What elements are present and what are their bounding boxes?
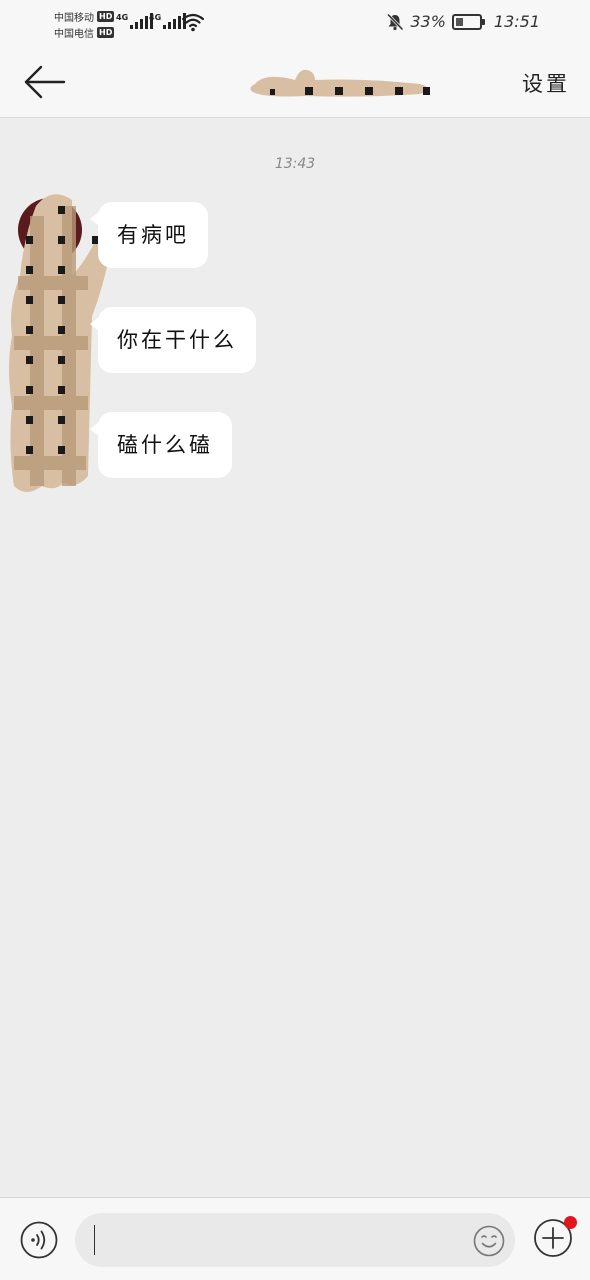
message-bubble[interactable]: 磕什么磕 bbox=[90, 412, 232, 478]
chat-header: 设置 bbox=[0, 46, 590, 118]
emoji-button[interactable] bbox=[473, 1225, 505, 1257]
message-bubble[interactable]: 有病吧 bbox=[90, 202, 208, 268]
clock-time: 13:51 bbox=[493, 12, 540, 31]
voice-button[interactable] bbox=[20, 1221, 58, 1259]
voice-icon bbox=[20, 1221, 58, 1259]
message-input[interactable] bbox=[75, 1213, 515, 1267]
battery-fill bbox=[455, 17, 464, 26]
carrier-row-2: 中国电信 HD bbox=[54, 24, 115, 40]
status-bar: 中国移动 HD 中国电信 HD 4G 4G 33% 13:51 bbox=[0, 0, 590, 46]
signal-group-1: 4G bbox=[116, 13, 154, 29]
network-type-2: 4G bbox=[149, 13, 162, 22]
hd-badge-2: HD bbox=[97, 26, 115, 38]
hd-badge-1: HD bbox=[97, 10, 115, 22]
message-bubble[interactable]: 你在干什么 bbox=[90, 307, 256, 373]
network-type-1: 4G bbox=[116, 13, 129, 22]
wifi-icon bbox=[182, 13, 204, 32]
chat-title-redacted bbox=[250, 69, 430, 97]
text-caret bbox=[94, 1225, 95, 1255]
carrier-2-name: 中国电信 bbox=[54, 28, 94, 40]
carrier-1-name: 中国移动 bbox=[54, 12, 94, 24]
mute-bell-icon bbox=[387, 12, 404, 31]
carrier-row-1: 中国移动 HD bbox=[54, 8, 115, 24]
message-timestamp: 13:43 bbox=[274, 156, 316, 172]
arrow-left-icon bbox=[24, 65, 66, 99]
battery-percent: 33% bbox=[410, 12, 446, 31]
emoji-icon bbox=[473, 1225, 505, 1257]
back-button[interactable] bbox=[20, 62, 68, 102]
signal-group-2: 4G bbox=[149, 13, 187, 29]
settings-link[interactable]: 设置 bbox=[522, 68, 570, 98]
notification-dot bbox=[564, 1216, 577, 1229]
input-bar bbox=[0, 1197, 590, 1280]
battery-icon bbox=[451, 13, 485, 30]
status-right: 33% 13:51 bbox=[386, 12, 540, 31]
carrier-info: 中国移动 HD 中国电信 HD bbox=[54, 8, 115, 40]
